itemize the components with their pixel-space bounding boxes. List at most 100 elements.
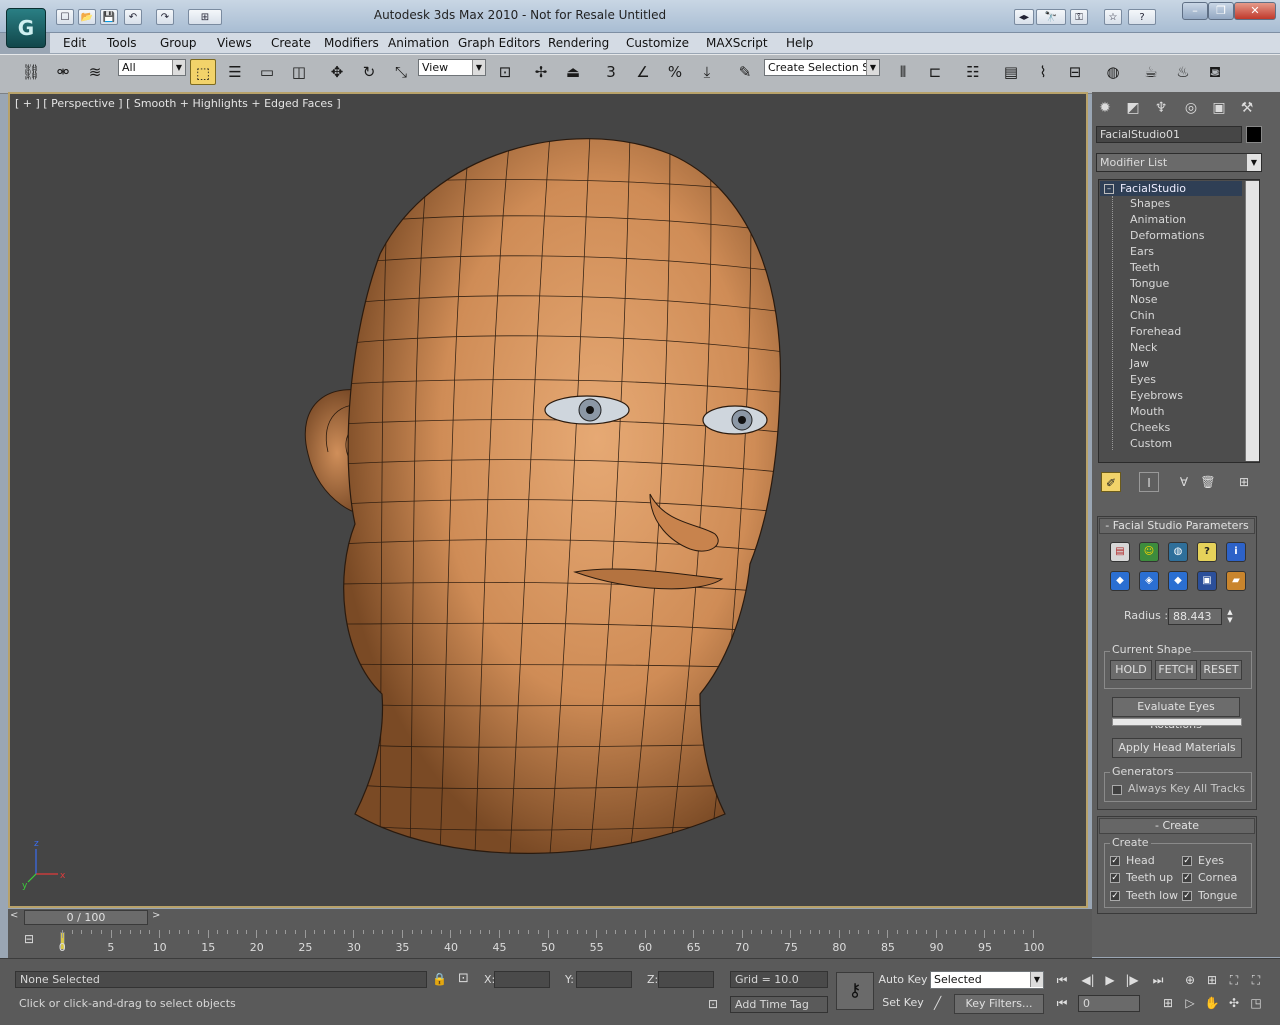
create-tab-icon[interactable]: ✹ (1094, 98, 1116, 118)
stack-item-ears[interactable]: Ears (1130, 245, 1154, 258)
render-production-icon[interactable]: ⛾ (1202, 59, 1228, 85)
diamond-a-icon[interactable]: ◆ (1110, 571, 1130, 591)
schematic-view-icon[interactable]: ⊟ (1062, 59, 1088, 85)
selection-filter-dropdown[interactable]: All ▼ (118, 59, 186, 76)
key-filters-button[interactable]: Key Filters... (954, 994, 1044, 1014)
menu-views[interactable]: Views (217, 36, 252, 50)
absolute-mode-icon[interactable]: ⊡ (458, 971, 474, 987)
rect-selection-icon[interactable]: ▭ (254, 59, 280, 85)
display-tab-icon[interactable]: ▣ (1208, 98, 1230, 118)
curve-editor-mini-icon[interactable]: ⊟ (20, 932, 38, 948)
select-link-icon[interactable]: ⛓ (18, 59, 44, 85)
menu-help[interactable]: Help (786, 36, 813, 50)
stack-item-eyebrows[interactable]: Eyebrows (1130, 389, 1183, 402)
diamond-b-icon[interactable]: ◈ (1139, 571, 1159, 591)
favorites-star-icon[interactable]: ☆ (1104, 9, 1122, 25)
default-tangent-icon[interactable]: ╱ (934, 996, 941, 1010)
stack-item-chin[interactable]: Chin (1130, 309, 1155, 322)
object-color-swatch[interactable] (1246, 126, 1262, 143)
minimize-button[interactable]: – (1182, 2, 1208, 20)
cornea-checkbox[interactable]: ✓ (1182, 873, 1192, 883)
key-mode-dropdown[interactable]: Selected ▼ (930, 971, 1044, 989)
snap-toggle-icon[interactable]: 3 (598, 59, 624, 85)
rotate-icon[interactable]: ↻ (356, 59, 382, 85)
edit-named-selection-icon[interactable]: ✎ (732, 59, 758, 85)
menu-create[interactable]: Create (271, 36, 311, 50)
show-end-result-icon[interactable]: I (1139, 472, 1159, 492)
diamond-c-icon[interactable]: ◆ (1168, 571, 1188, 591)
menu-tools[interactable]: Tools (107, 36, 137, 50)
collapse-icon[interactable]: – (1104, 184, 1114, 194)
stack-item-tongue[interactable]: Tongue (1130, 277, 1169, 290)
select-manipulate-icon[interactable]: ✢ (528, 59, 554, 85)
hold-button[interactable]: HOLD (1110, 660, 1152, 680)
save-disk-icon[interactable]: ▣ (1197, 571, 1217, 591)
teeth-low-checkbox[interactable]: ✓ (1110, 891, 1120, 901)
move-icon[interactable]: ✥ (324, 59, 350, 85)
close-button[interactable]: ✕ (1234, 2, 1276, 20)
search-binoculars-icon[interactable]: 🔭 (1036, 9, 1066, 25)
infocenter-expand-icon[interactable]: ◂▸ (1014, 9, 1034, 25)
stack-item-jaw[interactable]: Jaw (1130, 357, 1149, 370)
always-key-checkbox[interactable] (1112, 785, 1122, 795)
globe-render-icon[interactable]: ◍ (1168, 542, 1188, 562)
menu-group[interactable]: Group (160, 36, 197, 50)
stack-item-facialstudio[interactable]: FacialStudio (1100, 181, 1242, 196)
window-crossing-icon[interactable]: ◫ (286, 59, 312, 85)
make-unique-icon[interactable]: ∀ (1174, 472, 1194, 492)
add-time-tag-button[interactable]: Add Time Tag (730, 996, 828, 1013)
pin-stack-icon[interactable]: ✐ (1101, 472, 1121, 492)
radius-input[interactable]: 88.443 (1168, 608, 1222, 625)
evaluate-eyes-rotations-button[interactable]: Evaluate Eyes Rotations (1112, 697, 1240, 731)
stack-item-eyes[interactable]: Eyes (1130, 373, 1156, 386)
stack-item-teeth[interactable]: Teeth (1130, 261, 1160, 274)
zoom-all-icon[interactable]: ⊞ (1202, 971, 1222, 989)
modifier-list-dropdown[interactable]: Modifier List ▼ (1096, 153, 1262, 172)
go-to-end-icon[interactable]: ⏭ (1148, 971, 1168, 989)
apply-head-materials-button[interactable]: Apply Head Materials (1112, 738, 1242, 758)
menu-maxscript[interactable]: MAXScript (706, 36, 768, 50)
menu-customize[interactable]: Customize (626, 36, 689, 50)
auto-key-button[interactable]: Auto Key (878, 971, 928, 991)
reference-coord-dropdown[interactable]: View ▼ (418, 59, 486, 76)
menu-edit[interactable]: Edit (63, 36, 86, 50)
stack-item-shapes[interactable]: Shapes (1130, 197, 1170, 210)
maximize-viewport-icon[interactable]: ◳ (1246, 994, 1266, 1012)
stack-item-mouth[interactable]: Mouth (1130, 405, 1164, 418)
spinner-snap-icon[interactable]: ⤓ (694, 59, 720, 85)
face-gen-icon[interactable]: ☺ (1139, 542, 1159, 562)
bind-space-warp-icon[interactable]: ≋ (82, 59, 108, 85)
curve-editor-icon[interactable]: ⌇ (1030, 59, 1056, 85)
hierarchy-tab-icon[interactable]: ♆ (1150, 98, 1172, 118)
render-setup-icon[interactable]: ☕ (1138, 59, 1164, 85)
remove-modifier-icon[interactable]: 🗑 (1198, 472, 1218, 492)
current-frame-input[interactable]: 0 (1078, 995, 1140, 1012)
reset-button[interactable]: RESET (1200, 660, 1242, 680)
help-question-icon[interactable]: ? (1197, 542, 1217, 562)
previous-frame-icon[interactable]: ◀| (1078, 971, 1098, 989)
info-icon[interactable]: i (1226, 542, 1246, 562)
modify-tab-icon[interactable]: ◩ (1122, 98, 1144, 118)
radius-spinner-icon[interactable]: ▲ ▼ (1224, 608, 1236, 625)
select-by-name-icon[interactable]: ☰ (222, 59, 248, 85)
stack-item-neck[interactable]: Neck (1130, 341, 1157, 354)
named-selection-dropdown[interactable]: Create Selection Se ▼ (764, 59, 880, 76)
stack-item-animation[interactable]: Animation (1130, 213, 1186, 226)
menu-rendering[interactable]: Rendering (548, 36, 609, 50)
graphite-ribbon-icon[interactable]: ▤ (998, 59, 1024, 85)
eyes-checkbox[interactable]: ✓ (1182, 856, 1192, 866)
select-object-icon[interactable]: ⬚ (190, 59, 216, 85)
restore-button[interactable]: ❐ (1208, 2, 1234, 20)
y-coord-input[interactable] (576, 971, 632, 988)
next-frame-icon[interactable]: |▶ (1122, 971, 1142, 989)
angle-snap-icon[interactable]: ∠ (630, 59, 656, 85)
rendered-frame-icon[interactable]: ♨ (1170, 59, 1196, 85)
subscription-key-icon[interactable]: ⚿ (1070, 9, 1088, 25)
play-icon[interactable]: ▶ (1100, 971, 1120, 989)
mirror-icon[interactable]: ⫴ (890, 59, 916, 85)
time-tag-icon[interactable]: ⊡ (708, 997, 718, 1011)
key-mode-toggle-icon[interactable]: ⏮ (1052, 994, 1072, 1012)
motion-tab-icon[interactable]: ◎ (1180, 98, 1202, 118)
stack-item-custom[interactable]: Custom (1130, 437, 1172, 450)
prev-frame-arrow-icon[interactable]: < (10, 910, 18, 921)
